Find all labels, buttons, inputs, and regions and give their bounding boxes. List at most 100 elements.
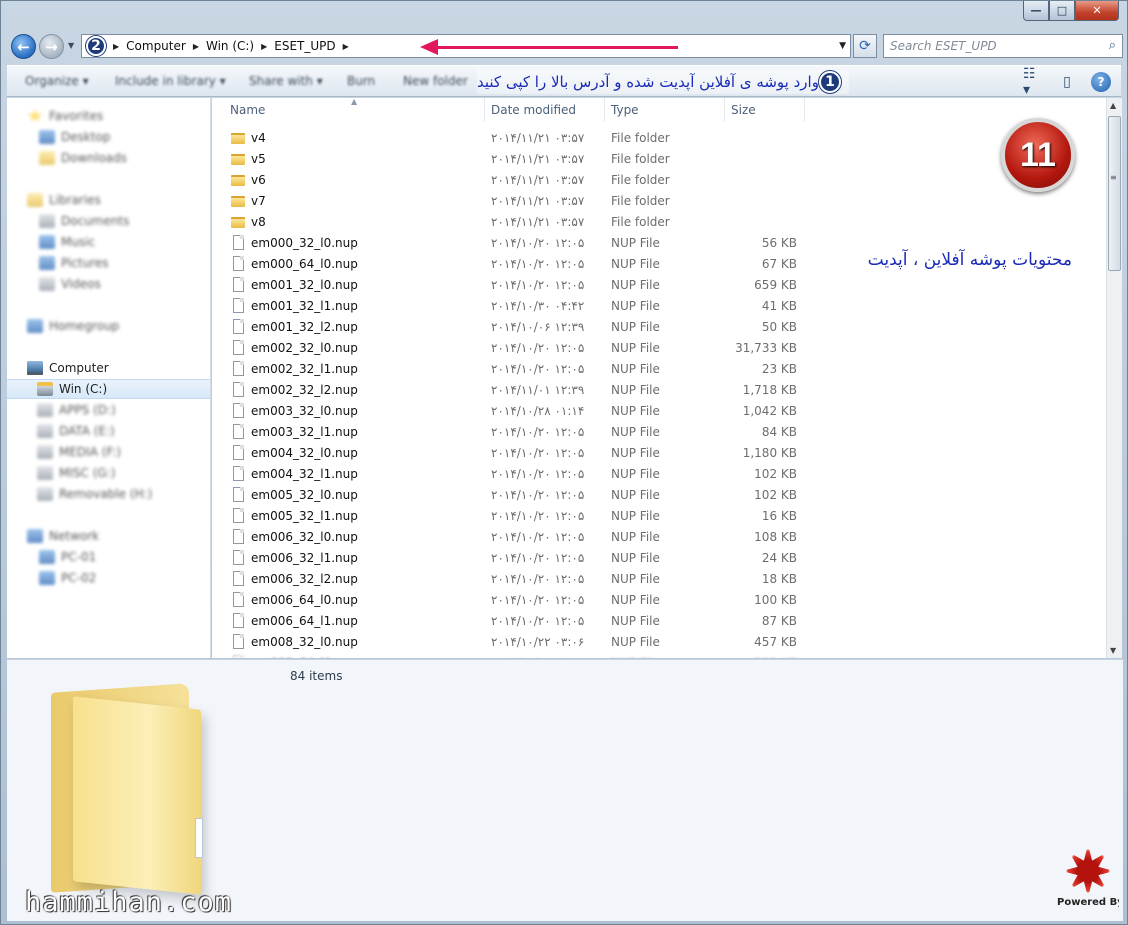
file-row[interactable]: em006_64_l0.nup ۲۰۱۴/۱۰/۲۰ ۱۲:۰۵ NUP File 1… bbox=[212, 590, 1106, 611]
nav-network-pc1[interactable]: PC-01 bbox=[7, 547, 210, 567]
file-row[interactable]: em001_32_l2.nup ۲۰۱۴/۱۰/۰۶ ۱۲:۳۹ NUP File 5… bbox=[212, 317, 1106, 338]
file-row[interactable]: em002_32_l2.nup ۲۰۱۴/۱۱/۰۱ ۱۲:۳۹ NUP File 1… bbox=[212, 380, 1106, 401]
nav-videos[interactable]: Videos bbox=[7, 274, 210, 294]
file-type: NUP File bbox=[611, 236, 660, 250]
file-row[interactable]: v7 ۲۰۱۴/۱۱/۲۱ ۰۳:۵۷ File folder bbox=[212, 191, 1106, 212]
chevron-right-icon[interactable]: ▶ bbox=[261, 42, 267, 51]
maximize-button[interactable]: □ bbox=[1049, 1, 1075, 21]
column-date-modified[interactable]: Date modified bbox=[491, 98, 576, 122]
column-divider[interactable] bbox=[604, 98, 605, 122]
file-row[interactable]: v8 ۲۰۱۴/۱۱/۲۱ ۰۳:۵۷ File folder bbox=[212, 212, 1106, 233]
file-row[interactable]: em008_32_l0.nup ۲۰۱۴/۱۰/۲۲ ۰۳:۰۶ NUP File 4… bbox=[212, 632, 1106, 653]
file-date: ۲۰۱۴/۱۰/۲۲ ۰۳:۰۶ bbox=[491, 635, 585, 649]
nav-pictures[interactable]: Pictures bbox=[7, 253, 210, 273]
column-size[interactable]: Size bbox=[731, 98, 756, 122]
preview-pane-icon[interactable]: ▯ bbox=[1057, 72, 1077, 92]
file-icon bbox=[233, 361, 244, 376]
file-row[interactable]: em002_32_l0.nup ۲۰۱۴/۱۰/۲۰ ۱۲:۰۵ NUP File 3… bbox=[212, 338, 1106, 359]
file-row[interactable]: em005_32_l1.nup ۲۰۱۴/۱۰/۲۰ ۱۲:۰۵ NUP File 1… bbox=[212, 506, 1106, 527]
nav-downloads[interactable]: Downloads bbox=[7, 148, 210, 168]
vertical-scrollbar[interactable]: ▲ ≡ ▼ bbox=[1106, 98, 1122, 658]
file-row[interactable]: v5 ۲۰۱۴/۱۱/۲۱ ۰۳:۵۷ File folder bbox=[212, 149, 1106, 170]
column-name[interactable]: Name bbox=[230, 98, 265, 122]
file-type: NUP File bbox=[611, 341, 660, 355]
file-date: ۲۰۱۴/۱۰/۰۶ ۱۲:۳۹ bbox=[491, 320, 585, 334]
breadcrumb-eset-upd[interactable]: ESET_UPD bbox=[274, 39, 335, 53]
search-icon[interactable]: ⌕ bbox=[1109, 38, 1116, 53]
back-button[interactable]: ← bbox=[11, 34, 36, 59]
breadcrumb-win-c[interactable]: Win (C:) bbox=[206, 39, 254, 53]
search-box[interactable]: Search ESET_UPD ⌕ bbox=[883, 34, 1123, 58]
file-row[interactable]: em006_32_l2.nup ۲۰۱۴/۱۰/۲۰ ۱۲:۰۵ NUP File 1… bbox=[212, 569, 1106, 590]
nav-drive-e[interactable]: DATA (E:) bbox=[7, 421, 210, 441]
file-row[interactable]: em003_32_l0.nup ۲۰۱۴/۱۰/۲۸ ۰۱:۱۴ NUP File 1… bbox=[212, 401, 1106, 422]
refresh-button[interactable]: ⟳ bbox=[853, 34, 877, 58]
nav-homegroup[interactable]: Homegroup bbox=[7, 316, 210, 336]
organize-button[interactable]: Organize ▾ bbox=[25, 74, 89, 88]
file-icon bbox=[233, 571, 244, 586]
nav-network[interactable]: Network bbox=[7, 526, 210, 546]
share-with-button[interactable]: Share with ▾ bbox=[249, 74, 323, 88]
scroll-thumb[interactable] bbox=[1108, 116, 1121, 271]
file-row[interactable]: em006_32_l0.nup ۲۰۱۴/۱۰/۲۰ ۱۲:۰۵ NUP File 1… bbox=[212, 527, 1106, 548]
file-row[interactable]: em005_32_l0.nup ۲۰۱۴/۱۰/۲۰ ۱۲:۰۵ NUP File 1… bbox=[212, 485, 1106, 506]
nav-music[interactable]: Music bbox=[7, 232, 210, 252]
recent-pages-dropdown[interactable]: ▼ bbox=[68, 41, 74, 50]
file-row[interactable]: em001_32_l0.nup ۲۰۱۴/۱۰/۲۰ ۱۲:۰۵ NUP File 6… bbox=[212, 275, 1106, 296]
nav-favorites[interactable]: Favorites bbox=[7, 106, 210, 126]
file-type: NUP File bbox=[611, 572, 660, 586]
nav-win-c[interactable]: Win (C:) bbox=[7, 379, 210, 399]
scroll-up-icon[interactable]: ▲ bbox=[1110, 101, 1116, 110]
file-row[interactable]: em006_32_l1.nup ۲۰۱۴/۱۰/۲۰ ۱۲:۰۵ NUP File 2… bbox=[212, 548, 1106, 569]
nav-drive-g[interactable]: MISC (G:) bbox=[7, 463, 210, 483]
file-row[interactable]: em006_64_l1.nup ۲۰۱۴/۱۰/۲۰ ۱۲:۰۵ NUP File 8… bbox=[212, 611, 1106, 632]
column-divider[interactable] bbox=[724, 98, 725, 122]
nav-documents[interactable]: Documents bbox=[7, 211, 210, 231]
column-type[interactable]: Type bbox=[611, 98, 639, 122]
nav-network-pc2[interactable]: PC-02 bbox=[7, 568, 210, 588]
minimize-button[interactable]: — bbox=[1023, 1, 1049, 21]
chevron-right-icon[interactable]: ▶ bbox=[113, 42, 119, 51]
file-row[interactable]: em004_32_l0.nup ۲۰۱۴/۱۰/۲۰ ۱۲:۰۵ NUP File 1… bbox=[212, 443, 1106, 464]
scroll-down-icon[interactable]: ▼ bbox=[1110, 646, 1116, 655]
help-icon[interactable]: ? bbox=[1091, 72, 1111, 92]
nav-computer[interactable]: Computer bbox=[7, 358, 210, 378]
file-row[interactable]: em002_32_l1.nup ۲۰۱۴/۱۰/۲۰ ۱۲:۰۵ NUP File 2… bbox=[212, 359, 1106, 380]
watermark: hammihan.com bbox=[25, 887, 233, 918]
breadcrumb-computer[interactable]: Computer bbox=[126, 39, 186, 53]
file-date: ۲۰۱۴/۱۰/۲۰ ۱۲:۰۵ bbox=[491, 530, 585, 544]
close-button[interactable]: ✕ bbox=[1075, 1, 1119, 21]
file-size: 1,042 KB bbox=[742, 404, 797, 418]
chevron-right-icon[interactable]: ▶ bbox=[193, 42, 199, 51]
nav-drive-h[interactable]: Removable (H:) bbox=[7, 484, 210, 504]
file-row[interactable]: em003_32_l1.nup ۲۰۱۴/۱۰/۲۰ ۱۲:۰۵ NUP File 8… bbox=[212, 422, 1106, 443]
file-row-partial[interactable]: em008_64_l0.nup ۲۰۱۴/۱۰/۲۲ ۰۳:۰۶ NUP File 5… bbox=[212, 653, 1106, 658]
nav-drive-f[interactable]: MEDIA (F:) bbox=[7, 442, 210, 462]
address-bar[interactable]: 2 ▶ Computer ▶ Win (C:) ▶ ESET_UPD ▶ ▼ bbox=[81, 34, 851, 58]
file-row[interactable]: em004_32_l1.nup ۲۰۱۴/۱۰/۲۰ ۱۲:۰۵ NUP File 1… bbox=[212, 464, 1106, 485]
forward-button[interactable]: → bbox=[39, 34, 64, 59]
nav-desktop[interactable]: Desktop bbox=[7, 127, 210, 147]
column-divider[interactable] bbox=[484, 98, 485, 122]
file-date: ۲۰۱۴/۱۰/۲۰ ۱۲:۰۵ bbox=[491, 488, 585, 502]
file-name: v6 bbox=[251, 173, 266, 187]
folder-icon bbox=[231, 196, 245, 207]
file-row[interactable]: v4 ۲۰۱۴/۱۱/۲۱ ۰۳:۵۷ File folder bbox=[212, 128, 1106, 149]
file-name: em003_32_l1.nup bbox=[251, 425, 358, 439]
view-options-icon[interactable]: ☷ ▾ bbox=[1023, 66, 1043, 98]
file-name: em006_32_l2.nup bbox=[251, 572, 358, 586]
new-folder-button[interactable]: New folder bbox=[403, 74, 468, 88]
chevron-right-icon[interactable]: ▶ bbox=[343, 42, 349, 51]
column-divider[interactable] bbox=[804, 98, 805, 122]
nav-drive-d[interactable]: APPS (D:) bbox=[7, 400, 210, 420]
address-dropdown-icon[interactable]: ▼ bbox=[839, 41, 846, 51]
file-row[interactable]: em001_32_l1.nup ۲۰۱۴/۱۰/۳۰ ۰۴:۴۲ NUP File 4… bbox=[212, 296, 1106, 317]
file-icon bbox=[233, 424, 244, 439]
desktop-icon bbox=[39, 130, 55, 144]
file-size: 31,733 KB bbox=[735, 341, 797, 355]
file-row[interactable]: v6 ۲۰۱۴/۱۱/۲۱ ۰۳:۵۷ File folder bbox=[212, 170, 1106, 191]
include-in-library-button[interactable]: Include in library ▾ bbox=[115, 74, 226, 88]
nav-libraries[interactable]: Libraries bbox=[7, 190, 210, 210]
burn-button[interactable]: Burn bbox=[347, 74, 375, 88]
file-size: 457 KB bbox=[754, 635, 797, 649]
